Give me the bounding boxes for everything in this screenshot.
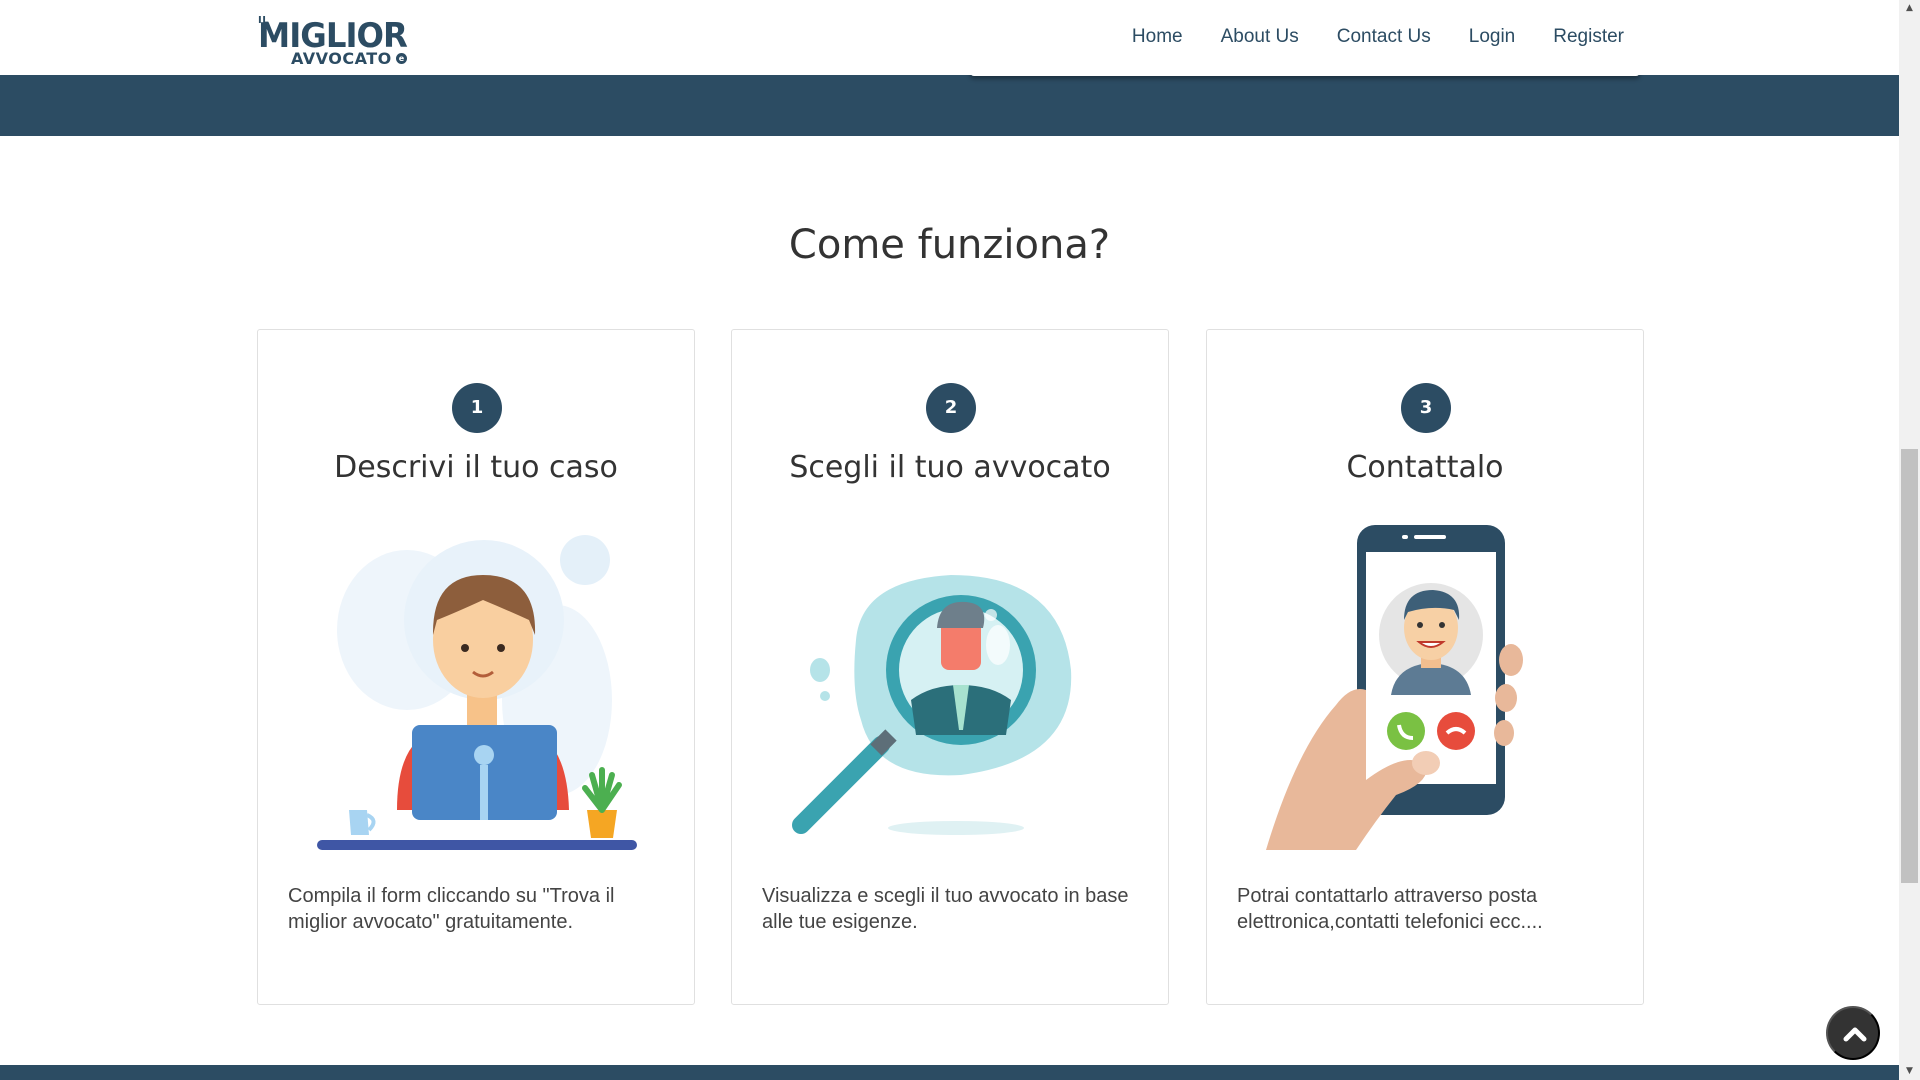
main-nav: Home About Us Contact Us Login Register: [1132, 26, 1624, 48]
nav-home[interactable]: Home: [1132, 26, 1183, 48]
nav-contact[interactable]: Contact Us: [1337, 26, 1431, 48]
site-header: IL MIGLIOR AVVOCATO e Home About Us Cont…: [0, 0, 1899, 75]
step-title: Scegli il tuo avvocato: [789, 450, 1111, 485]
magnifier-lawyer-illustration: [792, 575, 1072, 835]
step-description: Compila il form cliccando su "Trova il m…: [288, 885, 615, 933]
step-description: Potrai contattarlo attraverso posta elet…: [1237, 885, 1543, 933]
step-card-2: 2 Scegli il tuo avvocato Visualizza e sc…: [731, 329, 1169, 1005]
scroll-thumb[interactable]: [1901, 449, 1918, 883]
step-title: Descrivi il tuo caso: [334, 450, 618, 485]
scroll-down-arrow-icon[interactable]: ▼: [1899, 1063, 1920, 1080]
chevron-up-icon: [1843, 1027, 1867, 1042]
logo[interactable]: IL MIGLIOR AVVOCATO e: [258, 15, 408, 69]
scroll-up-arrow-icon[interactable]: ▲: [1899, 0, 1920, 17]
logo-avvocato: AVVOCATO: [291, 49, 392, 68]
step-number: 3: [1401, 383, 1451, 433]
nav-about[interactable]: About Us: [1221, 26, 1299, 48]
nav-register[interactable]: Register: [1553, 26, 1624, 48]
nav-login[interactable]: Login: [1469, 26, 1516, 48]
back-to-top-button[interactable]: [1826, 1006, 1880, 1060]
step-number: 2: [926, 383, 976, 433]
footer-band: [0, 1065, 1899, 1080]
person-at-computer-illustration: [317, 535, 637, 850]
step-title: Contattalo: [1346, 450, 1504, 485]
section-title: Come funziona?: [788, 222, 1111, 268]
hero-band: [0, 75, 1899, 136]
phone-call-illustration: [1266, 525, 1523, 850]
step-card-3: 3 Contattalo Potrai contattarlo attraver…: [1206, 329, 1644, 1005]
logo-mark: e: [396, 53, 407, 64]
page-scrollbar[interactable]: ▲ ▼: [1899, 0, 1920, 1080]
step-description: Visualizza e scegli il tuo avvocato in b…: [762, 885, 1129, 933]
step-card-1: 1 Descrivi il tuo caso Compila il form c…: [257, 329, 695, 1005]
logo-miglior: MIGLIOR: [258, 16, 408, 56]
step-number: 1: [452, 383, 502, 433]
